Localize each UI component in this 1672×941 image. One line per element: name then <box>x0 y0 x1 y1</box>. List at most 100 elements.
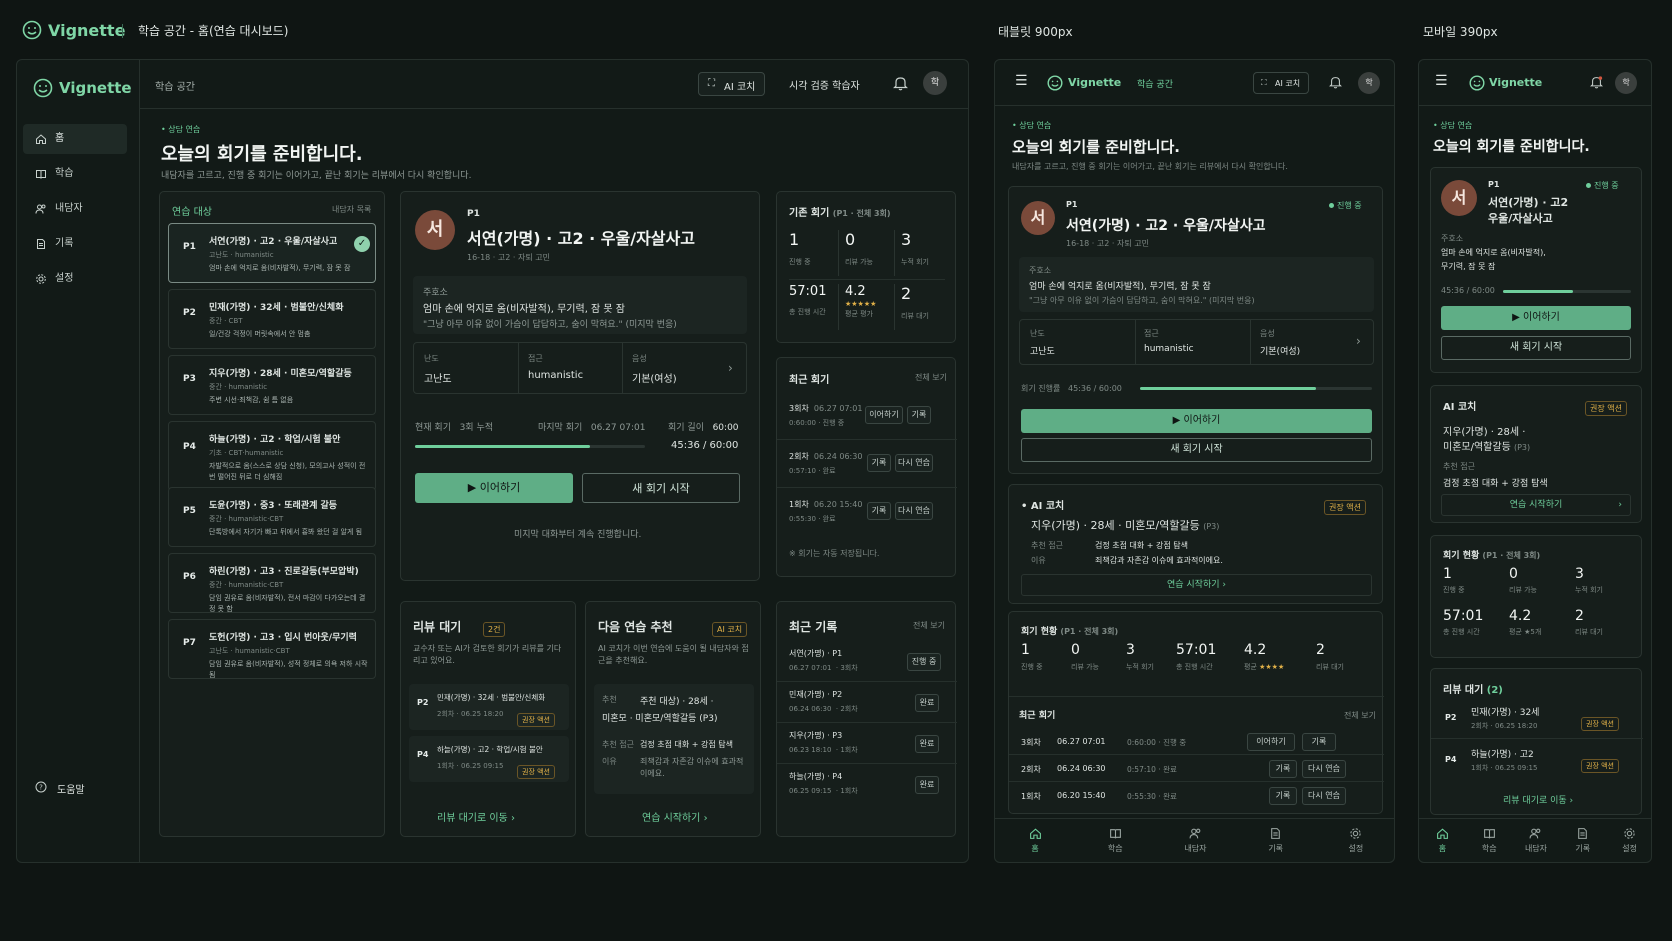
review-item[interactable]: P2 민재(가명) · 32세 · 범불안/신체화 2회차 · 06.25 18… <box>409 684 569 730</box>
session-row-date: 06.27 07:01 <box>1057 737 1106 746</box>
field-label: 난도 <box>1030 329 1045 338</box>
start-practice-link[interactable]: 연습 시작하기 › <box>1021 574 1372 596</box>
recent-view-all[interactable]: 전체 보기 <box>915 372 947 383</box>
tab-users[interactable]: 내담자 <box>1155 825 1235 861</box>
stat-value: 2 <box>901 284 912 303</box>
record-row[interactable]: 지우(가명) · P3 06.23 18:10 · 1회차 완료 <box>777 726 957 764</box>
tab-gear[interactable]: 설정 <box>1606 825 1651 861</box>
client-fields[interactable]: 난도 고난도 접근 humanistic 음성 기본(여성) › <box>1019 319 1374 365</box>
review-item[interactable]: P4 하늘(가명) · 고2 1회차 · 06.25 09:15 권장 액션 <box>1431 743 1643 781</box>
client-fields[interactable]: 난도 고난도 접근 humanistic 음성 기본(여성) › <box>413 342 747 394</box>
session-action-button[interactable]: 다시 연습 <box>895 454 933 472</box>
smile-logo-icon <box>1047 75 1063 91</box>
coach-target-line1: 지우(가명) · 28세 · <box>1443 427 1526 438</box>
client-name: 도헌(가명) · 고3 · 입시 번아웃/무기력 <box>209 633 357 643</box>
ai-coach-button[interactable]: ⛶ AI 코치 <box>698 72 765 96</box>
new-session-button[interactable]: 새 회기 시작 <box>1021 438 1372 462</box>
client-list-item[interactable]: P5 도윤(가명) · 중3 · 또래관계 갈등 중간 · humanistic… <box>168 487 376 547</box>
review-item[interactable]: P2 민재(가명) · 32세 2회차 · 06.25 18:20 권장 액션 <box>1431 701 1643 739</box>
new-session-button[interactable]: 새 회기 시작 <box>582 473 740 503</box>
help-link[interactable]: 도움말 <box>57 781 85 796</box>
complaint-label: 주호소 <box>423 288 448 298</box>
recent-title: 최근 회기 <box>789 375 830 386</box>
avatar[interactable]: 학 <box>923 71 947 95</box>
session-action-button[interactable]: 다시 연습 <box>895 502 933 520</box>
tablet-avatar[interactable]: 학 <box>1358 72 1380 94</box>
session-action-button[interactable]: 이어하기 <box>865 406 903 424</box>
visual-check-learner[interactable]: 시각 검증 학습자 <box>789 77 860 92</box>
tablet-ai-coach-button[interactable]: ⛶ AI 코치 <box>1253 72 1309 94</box>
page-description: 내담자를 고르고, 진행 중 회기는 이어가고, 끝난 회기는 리뷰에서 다시 … <box>161 171 472 181</box>
tab-label: 설정 <box>1348 844 1364 853</box>
tab-users[interactable]: 내담자 <box>1513 825 1560 861</box>
record-row[interactable]: 서연(가명) · P1 06.27 07:01 · 3회차 진행 중 <box>777 644 957 682</box>
stat-item: 3 누적 회기 <box>1575 566 1637 604</box>
client-list-item[interactable]: P1 서연(가명) · 고2 · 우울/자살사고 고난도 · humanisti… <box>168 223 376 283</box>
tab-document[interactable]: 기록 <box>1559 825 1606 861</box>
menu-icon[interactable]: ☰ <box>1015 73 1028 89</box>
tablet-breadcrumb[interactable]: 학습 공간 <box>1137 77 1173 90</box>
client-list-item[interactable]: P6 하린(가명) · 고3 · 진로갈등(부모압박) 중간 · humanis… <box>168 553 376 613</box>
session-action-button[interactable]: 이어하기 <box>1247 733 1295 751</box>
client-code: P7 <box>183 638 196 648</box>
session-action-button[interactable]: 기록 <box>867 502 891 520</box>
coach-target-line2: 미혼모/역할갈등 (P3) <box>1443 442 1531 453</box>
record-meta: 06.25 09:15 · 1회차 <box>789 787 858 795</box>
sidebar-brand: Vignette <box>59 79 132 97</box>
new-session-button[interactable]: 새 회기 시작 <box>1441 336 1631 360</box>
client-list-item[interactable]: P4 하늘(가명) · 고2 · 학업/시험 불안 기초 · CBT·human… <box>168 421 376 491</box>
tab-book[interactable]: 학습 <box>1466 825 1513 861</box>
play-icon: ▶ <box>1172 415 1181 426</box>
session-action-button[interactable]: 기록 <box>907 406 931 424</box>
record-row[interactable]: 하늘(가명) · P4 06.25 09:15 · 1회차 완료 <box>777 767 957 805</box>
client-name: 민재(가명) · 32세 · 범불안/신체화 <box>209 303 344 313</box>
tab-document[interactable]: 기록 <box>1236 825 1316 861</box>
client-meta: 기초 · CBT·humanistic <box>209 449 284 457</box>
continue-button[interactable]: ▶ 이어하기 <box>415 473 573 503</box>
users-icon <box>1189 828 1201 839</box>
session-action-button[interactable]: 기록 <box>1269 787 1297 805</box>
review-link[interactable]: 리뷰 대기로 이동 › <box>437 809 515 824</box>
stat-item: 4.2 평균 ★★★★ <box>1244 642 1316 686</box>
continue-button[interactable]: ▶ 이어하기 <box>1441 306 1631 330</box>
stat-value: 1 <box>789 230 800 249</box>
session-action-button[interactable]: 기록 <box>1269 760 1297 778</box>
stat-item: 3 누적 회기 <box>901 230 951 276</box>
session-action-button[interactable]: 다시 연습 <box>1302 760 1346 778</box>
tab-home[interactable]: 홈 <box>1419 825 1466 861</box>
review-link[interactable]: 리뷰 대기로 이동 › <box>1503 793 1573 806</box>
recommended-action-tag: 권장 액션 <box>1585 396 1627 416</box>
record-row[interactable]: 민재(가명) · P2 06.24 06:30 · 2회차 완료 <box>777 685 957 723</box>
client-code: P2 <box>183 308 196 318</box>
client-desc: 담임 권유로 옴(비자발적), 성적 정체로 의욕 저하 시작됨 <box>209 660 368 679</box>
tab-home[interactable]: 홈 <box>995 825 1075 861</box>
status-badge: 완료 <box>915 776 939 794</box>
session-action-button[interactable]: 기록 <box>1302 733 1336 751</box>
clients-list-link[interactable]: 내담자 목록 <box>332 204 371 215</box>
breadcrumb[interactable]: 학습 공간 <box>155 78 195 93</box>
menu-icon[interactable]: ☰ <box>1435 73 1448 89</box>
client-list-item[interactable]: P3 지우(가명) · 28세 · 미혼모/역할갈등 중간 · humanist… <box>168 355 376 415</box>
tab-gear[interactable]: 설정 <box>1316 825 1394 861</box>
field-value: humanistic <box>528 370 584 381</box>
client-list-item[interactable]: P2 민재(가명) · 32세 · 범불안/신체화 중간 · CBT 일/건강 … <box>168 289 376 349</box>
status-badge: 진행 중 <box>1329 200 1362 211</box>
recommended-action-tag: 권장 액션 <box>517 759 555 779</box>
recent-view-all[interactable]: 전체 보기 <box>1344 710 1376 721</box>
continue-button[interactable]: ▶ 이어하기 <box>1021 409 1372 433</box>
start-practice-link[interactable]: 연습 시작하기 › <box>642 809 708 824</box>
tab-book[interactable]: 학습 <box>1075 825 1155 861</box>
session-action-button[interactable]: 기록 <box>867 454 891 472</box>
bell-icon[interactable] <box>893 75 908 91</box>
bell-icon[interactable] <box>1329 75 1342 89</box>
review-item[interactable]: P4 하늘(가명) · 고2 · 학업/시험 불안 1회차 · 06.25 09… <box>409 736 569 782</box>
session-action-button[interactable]: 다시 연습 <box>1302 787 1346 805</box>
client-list-item[interactable]: P7 도헌(가명) · 고3 · 입시 번아웃/무기력 고난도 · humani… <box>168 619 376 679</box>
complaint-text: 엄마 손에 억지로 옴(비자발적), 무기력, 잠 못 잠 <box>1029 282 1211 292</box>
mobile-avatar[interactable]: 학 <box>1615 72 1637 94</box>
expand-icon: ⛶ <box>708 78 715 89</box>
bell-icon[interactable] <box>1590 75 1603 89</box>
start-practice-link[interactable]: 연습 시작하기 › <box>1441 494 1631 516</box>
session-time: 45:36 / 60:00 <box>671 440 739 451</box>
records-view-all[interactable]: 전체 보기 <box>913 620 945 631</box>
